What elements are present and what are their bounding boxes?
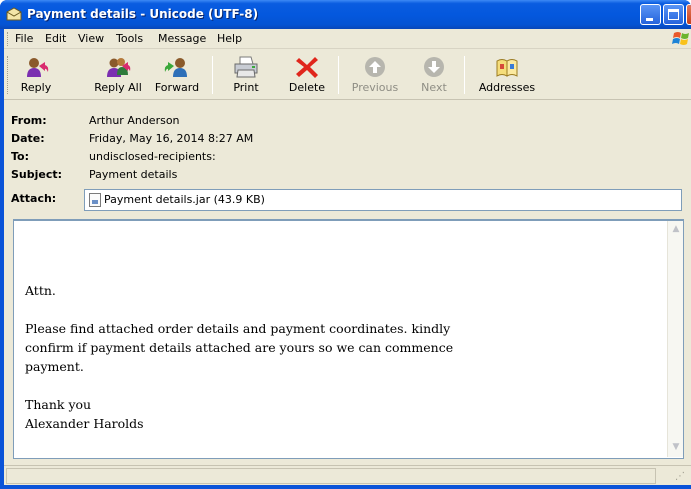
attach-label: Attach:: [11, 192, 57, 205]
message-line: Attn.: [25, 283, 56, 298]
from-label: From:: [11, 114, 47, 127]
windows-logo-icon: [672, 32, 689, 45]
message-line: Alexander Harolds: [25, 416, 144, 431]
next-button[interactable]: Next: [414, 54, 454, 98]
delete-x-icon: [296, 57, 318, 78]
forward-button[interactable]: Forward: [151, 54, 203, 98]
previous-button[interactable]: Previous: [350, 54, 400, 98]
toolbar: Reply Reply All Forward Print Delete Pre…: [4, 50, 691, 100]
menu-view[interactable]: View: [78, 32, 104, 45]
menu-bar: File Edit View Tools Message Help: [4, 29, 691, 49]
from-value[interactable]: Arthur Anderson: [89, 114, 180, 127]
print-button[interactable]: Print: [226, 54, 266, 98]
client-area: File Edit View Tools Message Help Reply …: [4, 29, 691, 489]
message-line: Thank you: [25, 397, 92, 412]
menu-message[interactable]: Message: [158, 32, 206, 45]
toolbar-separator: [212, 56, 213, 94]
message-header-panel: From: Arthur Anderson Date: Friday, May …: [4, 101, 691, 219]
addresses-label: Addresses: [478, 81, 536, 94]
printer-icon: [234, 56, 258, 78]
reply-all-button[interactable]: Reply All: [90, 54, 146, 98]
print-label: Print: [233, 81, 259, 94]
next-arrow-icon: [424, 57, 444, 77]
message-line: Please find attached order details and p…: [25, 321, 451, 336]
toolbar-separator: [338, 56, 339, 94]
status-bar: ⋰: [4, 465, 691, 485]
reply-button[interactable]: Reply: [13, 54, 59, 98]
toolbar-grip[interactable]: [7, 56, 9, 94]
window-frame-bottom: [0, 485, 691, 489]
maximize-button[interactable]: [663, 4, 684, 25]
next-label: Next: [421, 81, 447, 94]
previous-arrow-icon: [365, 57, 385, 77]
to-label: To:: [11, 150, 29, 163]
addresses-button[interactable]: Addresses: [476, 54, 538, 98]
message-line: payment.: [25, 359, 84, 374]
menu-edit[interactable]: Edit: [45, 32, 66, 45]
minimize-icon: [646, 18, 653, 21]
close-button[interactable]: ✕: [686, 4, 691, 25]
message-body-pane[interactable]: Attn. Please find attached order details…: [13, 219, 684, 459]
window-title: Payment details - Unicode (UTF-8): [27, 7, 259, 21]
delete-button[interactable]: Delete: [285, 54, 329, 98]
delete-label: Delete: [288, 81, 326, 94]
address-book-icon: [496, 59, 518, 77]
outlook-express-message-window: Payment details - Unicode (UTF-8) ✕ File…: [0, 0, 691, 489]
subject-value: Payment details: [89, 168, 178, 181]
menubar-grip[interactable]: [7, 32, 9, 46]
menu-help[interactable]: Help: [217, 32, 242, 45]
reply-all-icon: [107, 58, 131, 77]
previous-label: Previous: [351, 81, 399, 94]
jar-file-icon: [89, 193, 101, 207]
forward-label: Forward: [154, 81, 200, 94]
attachment-file[interactable]: Payment details.jar (43.9 KB): [104, 193, 265, 206]
reply-all-label: Reply All: [94, 81, 142, 94]
envelope-icon: [6, 7, 22, 21]
maximize-icon: [668, 9, 679, 20]
status-panel: [6, 468, 656, 484]
vertical-scrollbar[interactable]: ▲ ▼: [667, 221, 683, 457]
forward-icon: [164, 58, 187, 77]
title-bar[interactable]: Payment details - Unicode (UTF-8) ✕: [0, 0, 691, 29]
scroll-up-arrow-icon[interactable]: ▲: [669, 221, 683, 237]
subject-label: Subject:: [11, 168, 63, 181]
resize-grip-icon[interactable]: ⋰: [675, 471, 687, 483]
reply-icon: [27, 58, 49, 77]
message-line: confirm if payment details attached are …: [25, 340, 454, 355]
toolbar-separator: [464, 56, 465, 94]
scroll-down-arrow-icon[interactable]: ▼: [669, 439, 683, 455]
attachment-box: Payment details.jar (43.9 KB): [84, 189, 682, 211]
menu-tools[interactable]: Tools: [116, 32, 143, 45]
date-value: Friday, May 16, 2014 8:27 AM: [89, 132, 254, 145]
to-value: undisclosed-recipients:: [89, 150, 216, 163]
menu-file[interactable]: File: [15, 32, 33, 45]
minimize-button[interactable]: [640, 4, 661, 25]
reply-label: Reply: [20, 81, 52, 94]
date-label: Date:: [11, 132, 45, 145]
